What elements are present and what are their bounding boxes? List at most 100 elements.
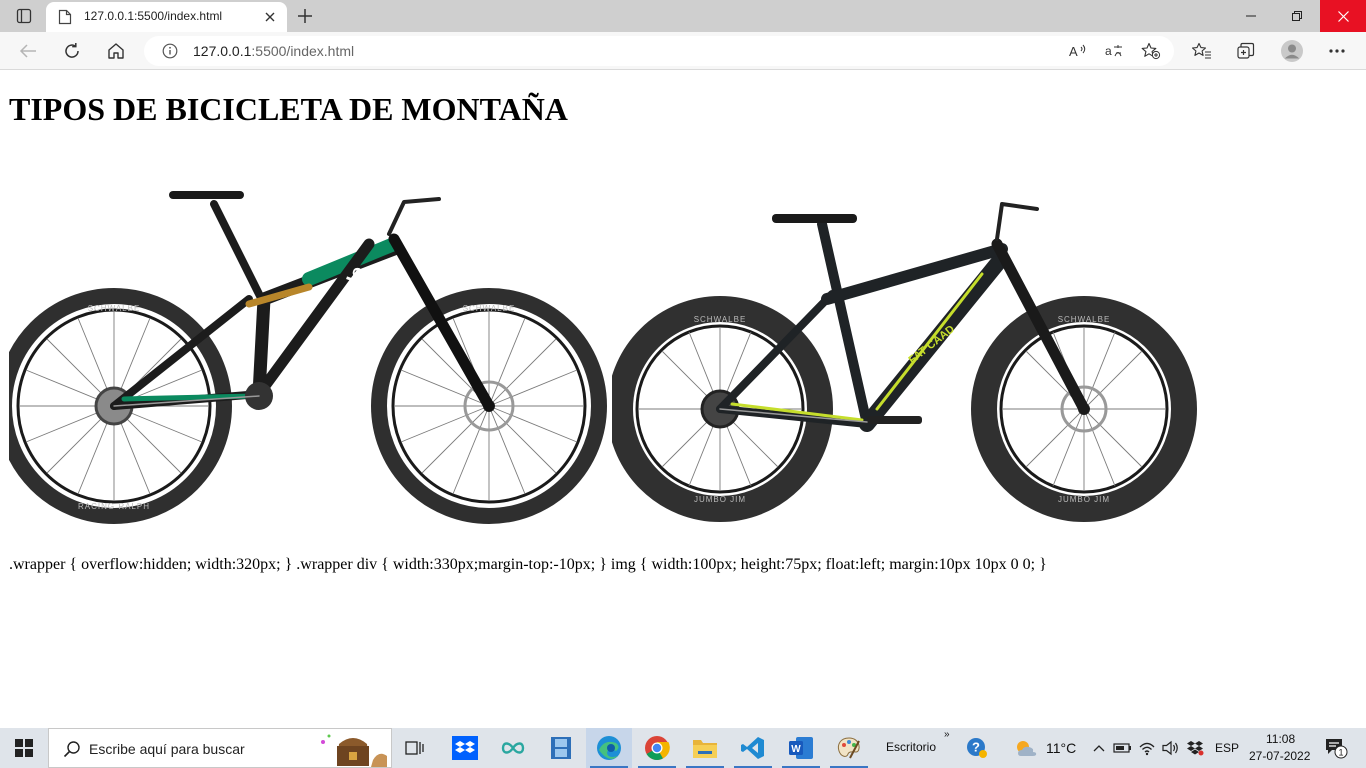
paint-palette-icon	[837, 737, 860, 759]
chrome-app[interactable]	[634, 728, 680, 768]
file-explorer-app[interactable]	[682, 728, 728, 768]
minimize-button[interactable]	[1228, 0, 1274, 32]
rear-tire-model: JUMBO JIM	[694, 495, 746, 504]
film-strip-icon	[551, 737, 571, 759]
rear-tire-model: RACING RALPH	[78, 502, 150, 511]
tab-title: 127.0.0.1:5500/index.html	[84, 9, 223, 23]
arrow-left-icon	[19, 44, 36, 58]
task-view-button[interactable]	[392, 728, 438, 768]
front-tire-brand: SCHWALBE	[463, 304, 516, 313]
notifications-icon: 1	[1326, 739, 1348, 759]
refresh-icon	[65, 43, 79, 58]
back-button[interactable]	[13, 37, 43, 65]
dropbox-tray-icon	[1187, 741, 1204, 756]
edge-app[interactable]	[586, 728, 632, 768]
plus-icon	[298, 9, 312, 23]
weather-temperature[interactable]: 11°C	[1046, 740, 1076, 756]
wifi-icon	[1139, 742, 1155, 756]
css-snippet-text: .wrapper { overflow:hidden; width:320px;…	[9, 556, 1047, 573]
infinity-app[interactable]	[490, 728, 536, 768]
dropbox-app[interactable]	[442, 728, 488, 768]
speaker-icon	[1162, 740, 1178, 756]
read-aloud-icon[interactable]: A	[1066, 40, 1090, 62]
chrome-icon	[645, 736, 670, 761]
close-icon	[1337, 10, 1349, 22]
new-tab-button[interactable]	[291, 4, 319, 28]
restore-icon	[1292, 11, 1302, 21]
video-app[interactable]	[538, 728, 584, 768]
show-hidden-icons-button[interactable]	[1088, 738, 1110, 758]
avatar-icon	[1281, 40, 1303, 62]
settings-menu-button[interactable]	[1322, 37, 1352, 65]
volume-tray[interactable]	[1160, 738, 1182, 758]
toolbar-overflow-chevron[interactable]: »	[944, 729, 950, 740]
svg-text:A: A	[1069, 44, 1078, 59]
search-icon	[63, 740, 81, 763]
dropbox-icon	[452, 736, 478, 760]
svg-text:a: a	[1105, 44, 1112, 58]
chevron-up-icon	[1093, 745, 1105, 752]
infinity-icon	[501, 742, 525, 754]
tab-actions-button[interactable]	[8, 4, 40, 28]
clock-date[interactable]: 27-07-2022	[1249, 749, 1310, 763]
search-highlight-illustration	[321, 734, 387, 767]
vscode-app[interactable]	[730, 728, 776, 768]
notification-count: 1	[1338, 748, 1343, 758]
add-favorite-icon[interactable]	[1139, 40, 1163, 62]
paint-app[interactable]	[826, 728, 872, 768]
restore-button[interactable]	[1274, 0, 1320, 32]
svg-text:W: W	[791, 744, 801, 755]
front-tire-model: JUMBO JIM	[1058, 495, 1110, 504]
search-placeholder: Escribe aquí para buscar	[89, 741, 245, 757]
vscode-icon	[741, 737, 764, 759]
translate-icon[interactable]: a	[1103, 40, 1127, 62]
browser-tab[interactable]: 127.0.0.1:5500/index.html	[46, 2, 287, 32]
close-tab-icon[interactable]	[261, 8, 279, 26]
word-app[interactable]: W	[778, 728, 824, 768]
battery-icon	[1113, 743, 1131, 753]
page-icon	[58, 9, 72, 30]
weather-widget-icon[interactable]	[1012, 738, 1040, 758]
info-icon[interactable]	[162, 43, 178, 64]
bike-image-full-suspension: cannondale SCHWALBE SCHWALBE RACING RALP…	[9, 191, 607, 524]
browser-toolbar: 127.0.0.1:5500/index.html A a	[0, 32, 1366, 70]
tab-strip: 127.0.0.1:5500/index.html	[0, 0, 1366, 32]
desktop-toolbar-label[interactable]: Escritorio	[886, 740, 936, 754]
bike-frame	[110, 191, 495, 412]
url-text[interactable]: 127.0.0.1:5500/index.html	[193, 43, 354, 59]
taskbar-search-box[interactable]: Escribe aquí para buscar	[48, 728, 392, 768]
task-view-icon	[405, 741, 424, 755]
front-tire-brand: SCHWALBE	[1058, 315, 1111, 324]
close-window-button[interactable]	[1320, 0, 1366, 32]
home-button[interactable]	[101, 37, 131, 65]
url-path: :5500/index.html	[251, 43, 355, 59]
svg-text:?: ?	[972, 740, 980, 755]
tab-actions-icon	[16, 8, 32, 24]
wifi-tray[interactable]	[1136, 738, 1158, 758]
collections-button[interactable]	[1231, 37, 1261, 65]
dropbox-tray[interactable]	[1184, 738, 1206, 758]
battery-tray[interactable]	[1112, 738, 1134, 758]
url-host: 127.0.0.1	[193, 43, 252, 59]
folder-icon	[693, 740, 717, 758]
more-options-icon	[1329, 49, 1345, 53]
input-language[interactable]: ESP	[1215, 741, 1239, 755]
rear-tire-brand: SCHWALBE	[694, 315, 747, 324]
edge-browser-icon	[597, 736, 621, 760]
address-bar[interactable]: 127.0.0.1:5500/index.html A a	[144, 36, 1174, 66]
refresh-button[interactable]	[57, 37, 87, 65]
clock-time[interactable]: 11:08	[1266, 732, 1295, 746]
favorites-icon	[1192, 42, 1211, 59]
help-app[interactable]: ?	[964, 738, 990, 758]
windows-taskbar: Escribe aquí para buscar W Escritorio » …	[0, 728, 1366, 768]
notifications-button[interactable]: 1	[1322, 738, 1350, 759]
web-page: TIPOS DE BICICLETA DE MONTAÑA cannondale…	[0, 71, 1366, 728]
start-button[interactable]	[0, 728, 48, 768]
rear-tire-brand: SCHWALBE	[88, 304, 141, 313]
profile-button[interactable]	[1277, 37, 1307, 65]
page-heading: TIPOS DE BICICLETA DE MONTAÑA	[9, 91, 568, 127]
favorites-button[interactable]	[1187, 37, 1217, 65]
bike-image-fat-bike: FAT CAAD SCHWALBE SCHWALBE JUMBO JIM JUM…	[612, 202, 1197, 522]
bike-brand-mark: FAT CAAD	[906, 323, 957, 366]
minimize-icon	[1246, 15, 1256, 17]
